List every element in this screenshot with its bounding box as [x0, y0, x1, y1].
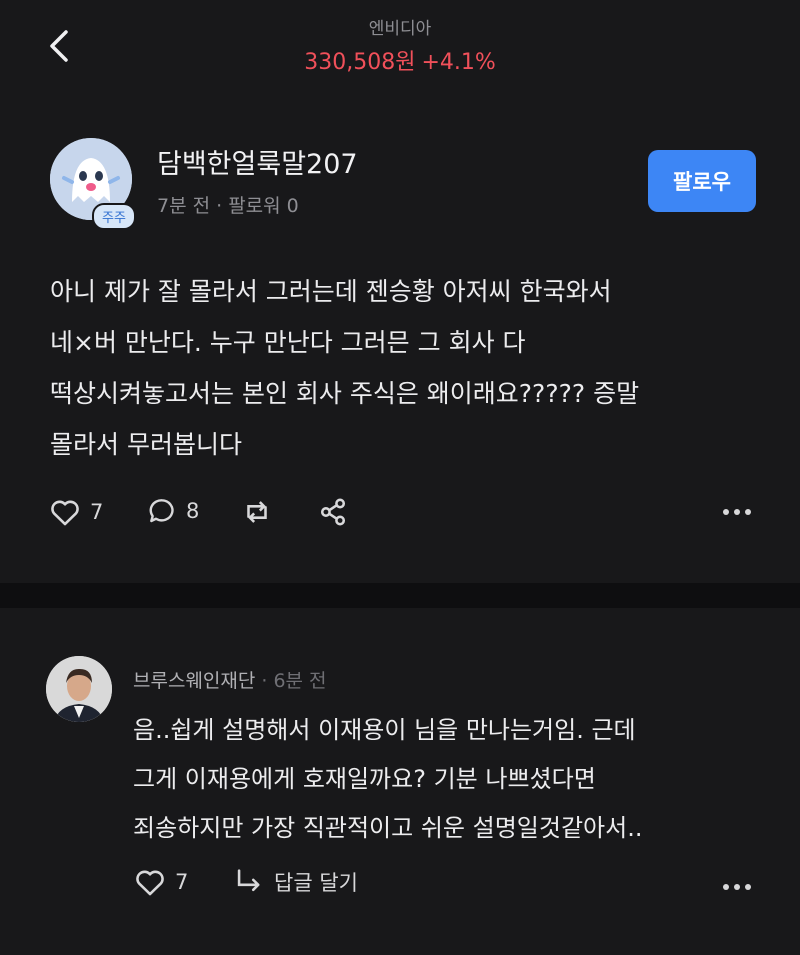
comment-like-button[interactable]: 7 — [133, 865, 188, 899]
comment-line: 죄송하지만 가장 직관적이고 쉬운 설명일것같아서.. — [133, 814, 643, 842]
share-button[interactable] — [316, 495, 350, 529]
comment-author-row: 브루스웨인재단 · 6분 전 — [133, 666, 327, 693]
comment-more-icon[interactable] — [720, 872, 754, 906]
reply-label: 답글 달기 — [274, 871, 358, 895]
man-portrait-icon — [46, 656, 112, 722]
stock-price: 330,508원 — [304, 50, 416, 75]
stock-price-row: 330,508원 +4.1% — [0, 44, 800, 76]
author-meta: 7분 전 · 팔로워 0 — [157, 195, 299, 217]
comment-line: 음..쉽게 설명해서 이재용이 님을 만나는거임. 근데 — [133, 716, 636, 744]
commenter-avatar[interactable] — [46, 656, 112, 722]
post-more-icon[interactable] — [720, 497, 754, 531]
post-line: 몰라서 무러봅니다 — [50, 430, 242, 459]
follow-button[interactable]: 팔로우 — [648, 150, 756, 212]
comment-like-count: 7 — [175, 870, 189, 894]
repost-icon — [247, 501, 267, 523]
comment-author[interactable]: 브루스웨인재단 — [133, 670, 255, 692]
author-name[interactable]: 담백한얼룩말207 — [157, 142, 358, 181]
like-button[interactable]: 7 — [48, 495, 103, 529]
stock-change: +4.1% — [421, 50, 496, 75]
post-body: 아니 제가 잘 몰라서 그러는데 젠승황 아저씨 한국와서 네×버 만난다. 누… — [50, 266, 770, 470]
stock-name: 엔비디아 — [368, 19, 432, 39]
comment-button[interactable]: 8 — [146, 495, 199, 527]
comment-body: 음..쉽게 설명해서 이재용이 님을 만나는거임. 근데 그게 이재용에게 호재… — [133, 706, 773, 853]
repost-button[interactable] — [240, 495, 274, 529]
comment-count: 8 — [186, 499, 200, 523]
heart-icon — [51, 500, 79, 526]
share-icon — [320, 498, 346, 526]
post-line: 떡상시켜놓고서는 본인 회사 주식은 왜이래요????? 증말 — [50, 379, 640, 408]
post-line: 네×버 만난다. 누구 만난다 그러믄 그 회사 다 — [50, 328, 526, 357]
comment-bubble-icon — [149, 499, 174, 523]
comment-line: 그게 이재용에게 호재일까요? 기분 나쁘셨다면 — [133, 765, 596, 793]
comment-time: · 6분 전 — [261, 670, 327, 692]
section-divider — [0, 583, 800, 608]
heart-icon — [136, 870, 164, 896]
shareholder-badge: 주주 — [92, 203, 136, 230]
reply-button[interactable]: 답글 달기 — [232, 865, 358, 899]
like-count: 7 — [90, 500, 104, 524]
post-line: 아니 제가 잘 몰라서 그러는데 젠승황 아저씨 한국와서 — [50, 277, 612, 306]
reply-arrow-icon — [237, 869, 260, 892]
